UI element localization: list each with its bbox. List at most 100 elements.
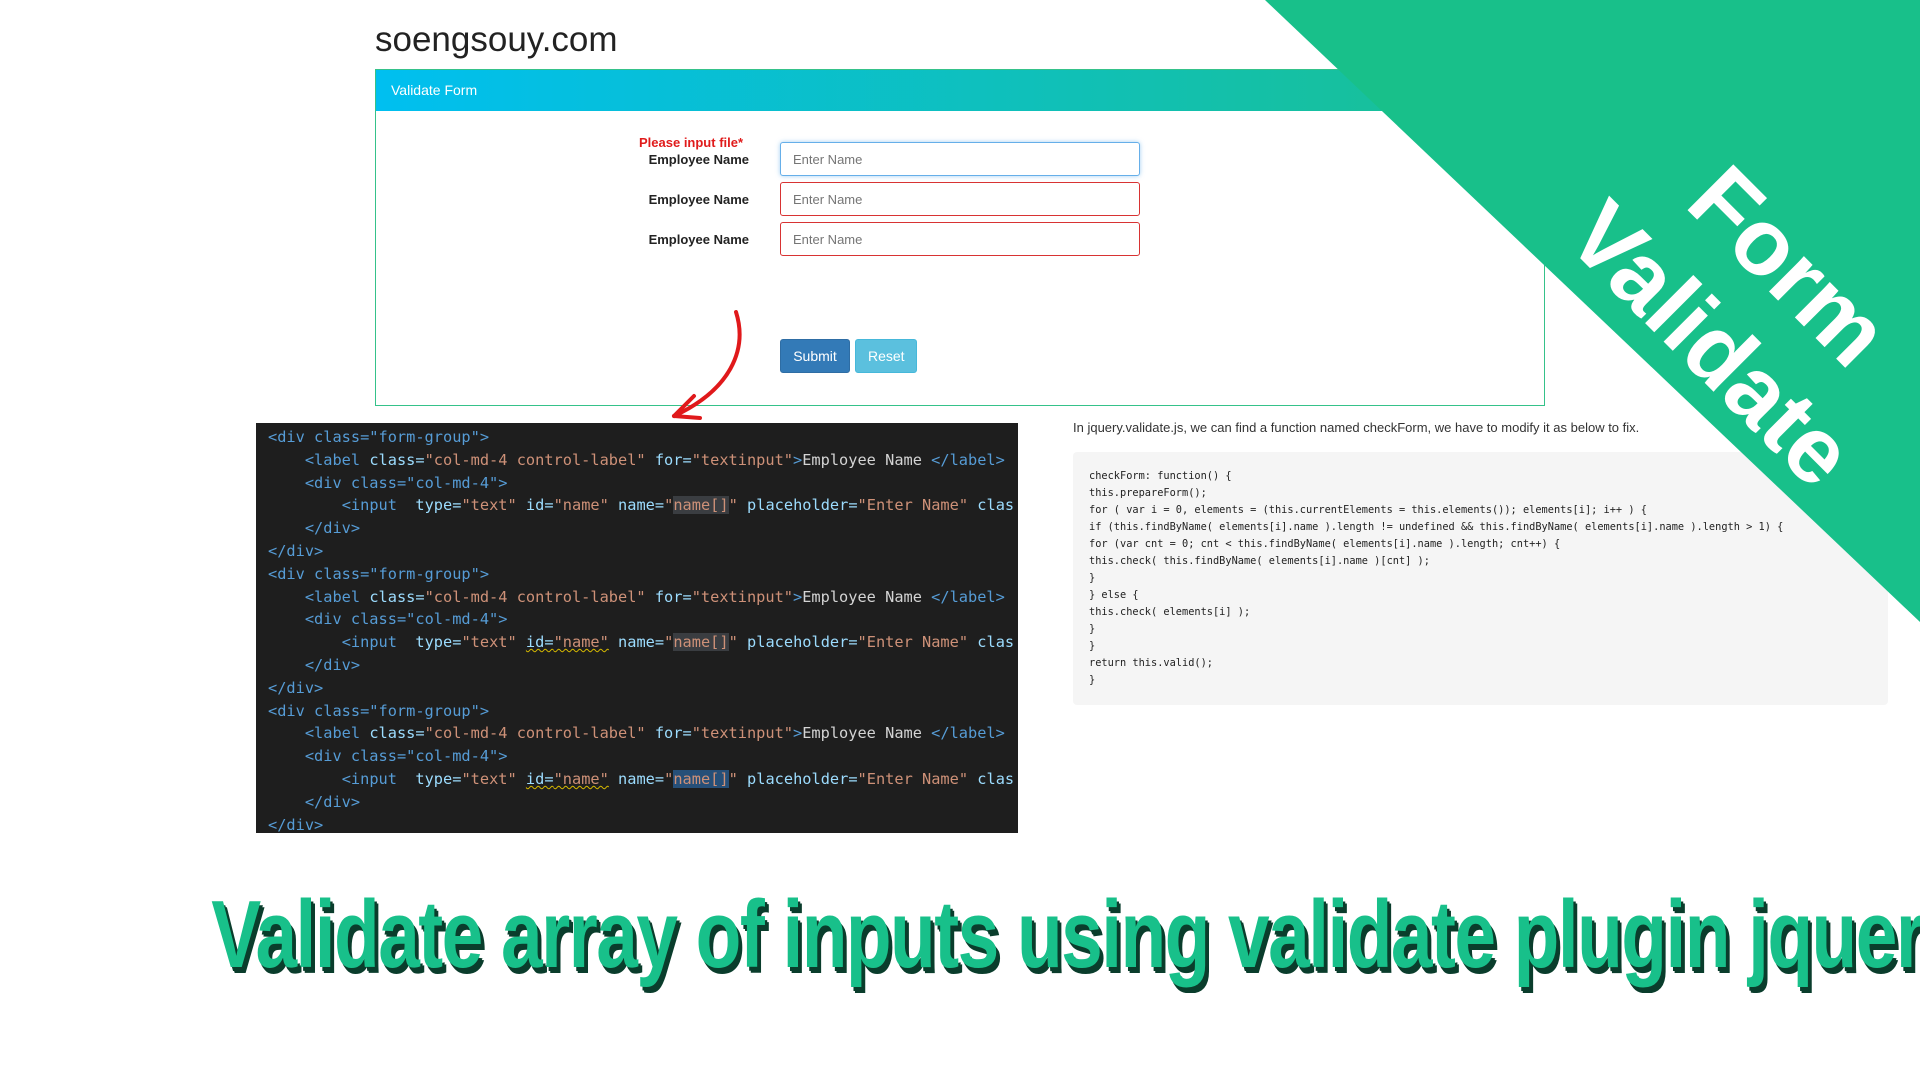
code-line: <label class="col-md-4 control-label" fo… (256, 449, 1018, 472)
code-line: </div> (256, 540, 1018, 563)
snippet-line: this.check( this.findByName( elements[i]… (1089, 555, 1430, 567)
code-line: <div class="form-group"> (256, 700, 1018, 723)
code-attr: clas (977, 496, 1015, 515)
code-line: <div class="col-md-4"> (256, 745, 1018, 768)
code-input-tag: <input (341, 633, 397, 652)
employee-name-label: Employee Name (648, 192, 749, 207)
code-attr: class= (369, 724, 425, 743)
code-div-col: <div class="col-md-4"> (304, 610, 508, 629)
code-attr: type= (415, 769, 462, 788)
code-attr: type= (415, 633, 462, 652)
code-string: "textinput" (691, 724, 793, 743)
code-attr: for= (654, 724, 692, 743)
checkform-snippet: checkForm: function() { this.prepareForm(… (1073, 452, 1888, 705)
code-div-close: </div> (304, 792, 361, 811)
code-string: "Enter Name" (857, 633, 969, 652)
code-attr: id= (525, 633, 554, 652)
code-attr: clas (977, 769, 1015, 788)
code-string: " (728, 496, 738, 515)
code-attr: class= (369, 450, 425, 469)
code-label-close: </label> (931, 587, 1005, 606)
code-string: "Enter Name" (857, 769, 969, 788)
code-attr: type= (415, 496, 462, 515)
code-div-col: <div class="col-md-4"> (304, 747, 508, 766)
code-string: "col-md-4 control-label" (424, 450, 646, 469)
code-attr: placeholder= (747, 633, 858, 652)
validate-form-panel: Validate Form Please input file* Employe… (375, 69, 1545, 406)
code-string: "text" (461, 769, 517, 788)
code-string-selected: name[] (673, 496, 729, 515)
code-punc: > (793, 587, 803, 606)
code-punc: > (793, 450, 803, 469)
code-attr: name= (618, 769, 665, 788)
code-text: Employee Name (802, 724, 932, 743)
code-input-tag: <input (341, 769, 397, 788)
code-line: <div class="col-md-4"> (256, 472, 1018, 495)
snippet-line: return this.valid(); (1089, 657, 1213, 669)
snippet-line: } else { (1089, 589, 1139, 601)
employee-name-input[interactable] (780, 142, 1140, 176)
code-line: </div> (256, 677, 1018, 700)
code-line: <div class="col-md-4"> (256, 608, 1018, 631)
snippet-line: this.check( elements[i] ); (1089, 606, 1251, 618)
employee-name-label: Employee Name (648, 152, 749, 167)
code-div-close: </div> (268, 678, 324, 697)
code-string: " (664, 633, 674, 652)
form-row: Employee Name (376, 142, 1544, 176)
code-line: <div class="form-group"> (256, 426, 1018, 449)
code-div-open: <div class="form-group"> (268, 428, 490, 446)
submit-button[interactable]: Submit (780, 339, 850, 373)
red-arrow-icon (672, 310, 742, 420)
employee-name-label: Employee Name (648, 232, 749, 247)
code-string: "col-md-4 control-label" (424, 587, 646, 606)
code-attr: for= (654, 587, 692, 606)
form-row: Employee Name (376, 222, 1544, 256)
code-string: "textinput" (691, 587, 793, 606)
code-string: " (664, 769, 674, 788)
code-string: "Enter Name" (857, 496, 969, 515)
snippet-line: } (1089, 674, 1096, 686)
code-div-close: </div> (268, 815, 324, 833)
code-line: </div> (256, 654, 1018, 677)
snippet-line: for ( var i = 0, elements = (this.curren… (1089, 504, 1647, 516)
snippet-line: } (1089, 640, 1096, 652)
code-string: "col-md-4 control-label" (424, 724, 646, 743)
html-code-block: <div class="form-group"> <label class="c… (256, 423, 1018, 833)
code-string: "text" (461, 496, 517, 515)
code-line: <label class="col-md-4 control-label" fo… (256, 722, 1018, 745)
code-line: <div class="form-group"> (256, 563, 1018, 586)
code-string: " (728, 633, 738, 652)
code-input-tag: <input (341, 496, 397, 515)
snippet-line: if (this.findByName( elements[i].name ).… (1089, 521, 1784, 533)
code-line: </div> (256, 791, 1018, 814)
code-string: "name" (553, 496, 609, 515)
code-line: </div> (256, 517, 1018, 540)
code-attr: id= (525, 496, 554, 515)
code-line: <input type="text" id="name" name="name[… (256, 768, 1018, 791)
panel-header: Validate Form (376, 70, 1544, 111)
code-div-open: <div class="form-group"> (268, 701, 490, 720)
code-line: <input type="text" id="name" name="name[… (256, 494, 1018, 517)
code-string: "textinput" (691, 450, 793, 469)
code-label-tag: <label (304, 724, 361, 743)
code-string: "name" (553, 633, 609, 652)
code-attr: for= (654, 450, 692, 469)
code-attr: name= (618, 633, 665, 652)
site-title: soengsouy.com (375, 20, 618, 59)
snippet-line: } (1089, 572, 1096, 584)
employee-name-input[interactable] (780, 182, 1140, 216)
code-string: " (664, 496, 674, 515)
code-label-tag: <label (304, 450, 361, 469)
reset-button[interactable]: Reset (855, 339, 917, 373)
code-label-tag: <label (304, 587, 361, 606)
employee-name-input[interactable] (780, 222, 1140, 256)
code-attr: id= (525, 769, 554, 788)
headline: Validate array of inputs using validate … (211, 881, 1920, 988)
snippet-line: this.prepareForm(); (1089, 487, 1207, 499)
code-attr: name= (618, 496, 665, 515)
code-div-col: <div class="col-md-4"> (304, 473, 508, 492)
code-line: </div> (256, 814, 1018, 833)
code-attr: clas (977, 633, 1015, 652)
snippet-line: checkForm: function() { (1089, 470, 1232, 482)
form-row: Employee Name (376, 182, 1544, 216)
